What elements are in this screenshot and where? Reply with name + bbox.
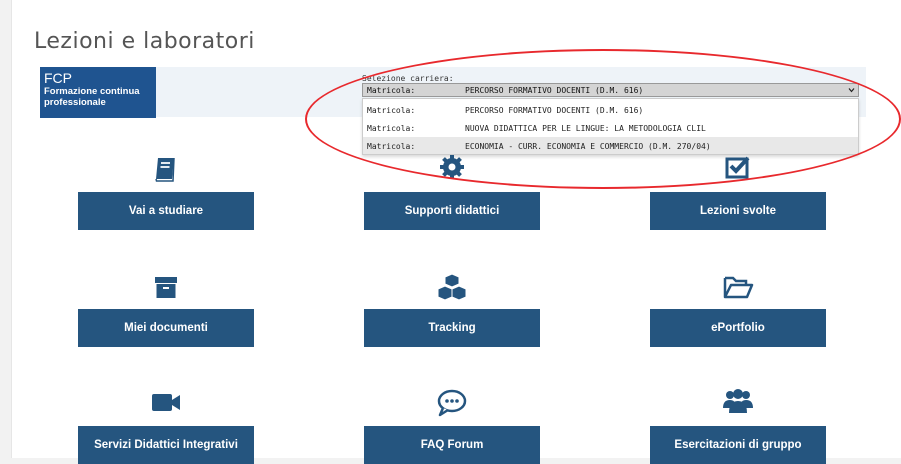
- career-selected-value: PERCORSO FORMATIVO DOCENTI (D.M. 616): [465, 86, 644, 95]
- career-option[interactable]: Matricola: PERCORSO FORMATIVO DOCENTI (D…: [363, 101, 858, 118]
- career-option-value: NUOVA DIDATTICA PER LE LINGUE: LA METODO…: [465, 124, 706, 133]
- miei-documenti-button[interactable]: Miei documenti: [78, 309, 254, 347]
- course-badge: FCP Formazione continua professionale: [40, 67, 156, 118]
- course-name-line1: Formazione continua: [44, 86, 140, 97]
- career-option-value: PERCORSO FORMATIVO DOCENTI (D.M. 616): [465, 106, 644, 115]
- cubes-icon[interactable]: [432, 270, 472, 304]
- servizi-didattici-integrativi-button[interactable]: Servizi Didattici Integrativi: [78, 426, 254, 464]
- tracking-button[interactable]: Tracking: [364, 309, 540, 347]
- career-option-prefix: Matricola:: [367, 124, 416, 133]
- course-code: FCP: [44, 70, 72, 86]
- eportfolio-button[interactable]: ePortfolio: [650, 309, 826, 347]
- faq-forum-button[interactable]: FAQ Forum: [364, 426, 540, 464]
- chevron-down-icon[interactable]: [848, 86, 855, 95]
- lezioni-svolte-button[interactable]: Lezioni svolte: [650, 192, 826, 230]
- career-option[interactable]: Matricola: NUOVA DIDATTICA PER LE LINGUE…: [363, 119, 858, 136]
- checkbox-icon[interactable]: [718, 150, 758, 184]
- book-icon[interactable]: [146, 152, 186, 186]
- archive-box-icon[interactable]: [146, 270, 186, 304]
- career-dropdown-list: Matricola: PERCORSO FORMATIVO DOCENTI (D…: [362, 98, 859, 155]
- career-option-prefix: Matricola:: [367, 106, 416, 115]
- vai-a-studiare-button[interactable]: Vai a studiare: [78, 192, 254, 230]
- career-selected-prefix: Matricola:: [367, 86, 416, 95]
- career-option-value: ECONOMIA - CURR. ECONOMIA E COMMERCIO (D…: [465, 142, 711, 151]
- career-option-prefix: Matricola:: [367, 142, 416, 151]
- esercitazioni-di-gruppo-button[interactable]: Esercitazioni di gruppo: [650, 426, 826, 464]
- course-name-line2: professionale: [44, 97, 106, 108]
- chat-bubble-icon[interactable]: [432, 386, 472, 420]
- video-camera-icon[interactable]: [146, 386, 186, 420]
- career-select[interactable]: Matricola: PERCORSO FORMATIVO DOCENTI (D…: [362, 83, 859, 97]
- career-select-label: Selezione carriera:: [362, 74, 454, 83]
- page-title: Lezioni e laboratori: [34, 28, 255, 54]
- supporti-didattici-button[interactable]: Supporti didattici: [364, 192, 540, 230]
- gear-icon[interactable]: [432, 150, 472, 184]
- folder-open-icon[interactable]: [718, 270, 758, 304]
- users-icon[interactable]: [718, 384, 758, 418]
